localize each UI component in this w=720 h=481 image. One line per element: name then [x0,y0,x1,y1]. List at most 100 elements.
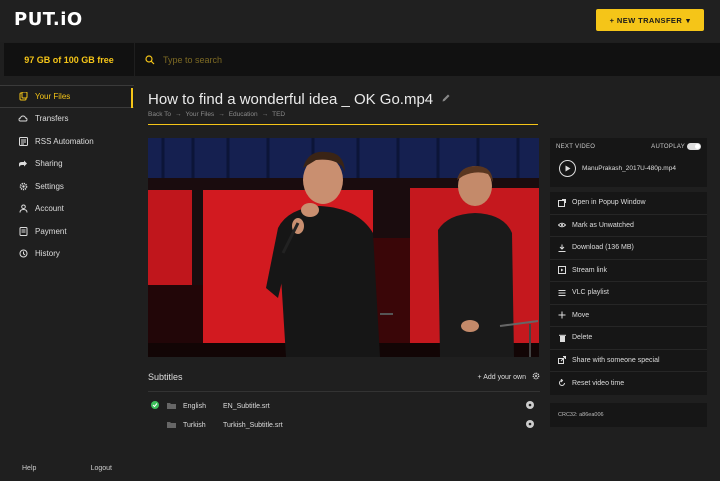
subtitles-title: Subtitles [148,372,183,382]
options-icon[interactable] [526,401,536,411]
rss-icon [18,136,28,146]
sidebar-item-label: Settings [35,181,64,191]
putio-logo[interactable]: PUT.iO [14,9,83,30]
sidebar-item-payment[interactable]: Payment [0,220,134,243]
sidebar-footer: Help Logout [0,465,134,472]
sidebar-item-account[interactable]: Account [0,198,134,221]
sidebar-item-settings[interactable]: Settings [0,175,134,198]
video-frame [148,138,539,357]
check-circle-icon [151,401,161,411]
download-button[interactable]: Download (136 MB) [550,237,707,260]
share-button[interactable]: Share with someone special [550,350,707,372]
breadcrumb-your-files[interactable]: Your Files [186,111,215,118]
move-button[interactable]: Move [550,305,707,327]
storage-indicator: 97 GB of 100 GB free [4,43,134,76]
subtitles-actions: + Add your own [478,372,540,382]
next-video-name[interactable]: ManuPrakash_2017U-480p.mp4 [582,165,676,172]
top-bar: PUT.iO + NEW TRANSFER ▾ [0,0,720,42]
gear-icon[interactable] [532,372,540,382]
download-icon [558,244,566,252]
autoplay-toggle[interactable] [687,143,701,150]
autoplay-label: AUTOPLAY [651,144,685,150]
stream-icon [558,266,566,275]
edit-pencil-icon[interactable] [441,90,451,108]
sidebar-item-label: Your Files [35,91,71,101]
crc-checksum: CRC32: a86ea006 [550,403,707,427]
mark-unwatched-button[interactable]: Mark as Unwatched [550,215,707,237]
new-transfer-button[interactable]: + NEW TRANSFER ▾ [596,9,704,31]
sidebar-item-your-files[interactable]: Your Files [0,85,134,108]
action-label: Mark as Unwatched [572,221,634,229]
user-icon [18,204,28,214]
action-label: Stream link [572,266,608,274]
next-video-panel: NEXT VIDEO AUTOPLAY ManuPrakash_2017U-48… [550,138,707,187]
options-icon[interactable] [526,420,536,430]
reset-video-time-button[interactable]: Reset video time [550,372,707,395]
sidebar-item-label: History [35,249,60,259]
next-video-label: NEXT VIDEO [556,144,596,150]
breadcrumb-arrow-icon: → [261,111,269,118]
sidebar-item-label: Payment [35,226,67,236]
breadcrumb-back-to[interactable]: Back To [148,111,171,118]
subtitle-language: Turkish [183,421,206,429]
subtitle-language: English [183,402,206,410]
subtitle-filename: Turkish_Subtitle.srt [223,421,283,429]
search-bar [135,43,720,76]
sidebar-item-transfers[interactable]: Transfers [0,108,134,131]
video-actions-menu: Open in Popup Window Mark as Unwatched D… [550,192,707,395]
new-transfer-label: + NEW TRANSFER [609,15,683,25]
subtitle-filename: EN_Subtitle.srt [223,402,270,410]
breadcrumb-ted[interactable]: TED [272,111,285,118]
sidebar-item-sharing[interactable]: Sharing [0,153,134,176]
title-row: How to find a wonderful idea _ OK Go.mp4 [148,90,451,108]
sidebar: Your Files Transfers RSS Automation Shar… [0,85,134,265]
title-underline [148,124,538,125]
playlist-icon [558,289,566,297]
video-player[interactable] [148,138,539,357]
sidebar-item-label: Transfers [35,114,69,124]
popup-icon [558,198,566,207]
add-subtitle-button[interactable]: + Add your own [478,374,526,381]
breadcrumb: Back To → Your Files → Education → TED [148,111,285,118]
gear-icon [18,181,28,191]
action-label: Open in Popup Window [572,199,646,207]
vlc-playlist-button[interactable]: VLC playlist [550,282,707,305]
folder-icon [167,402,177,411]
action-label: Reset video time [572,379,625,387]
delete-button[interactable]: Delete [550,327,707,350]
logout-link[interactable]: Logout [91,465,112,472]
share-icon [558,356,566,365]
action-label: Delete [572,334,593,342]
action-label: Download (136 MB) [572,244,634,252]
chevron-down-icon: ▾ [686,15,691,25]
divider [148,391,540,392]
sidebar-item-history[interactable]: History [0,243,134,266]
breadcrumb-arrow-icon: → [218,111,225,118]
stream-link-button[interactable]: Stream link [550,260,707,282]
subtitles-header: Subtitles + Add your own [148,372,540,382]
history-icon [18,249,28,259]
breadcrumb-arrow-icon: → [175,111,182,118]
page-title: How to find a wonderful idea _ OK Go.mp4 [148,90,434,108]
folder-icon [167,421,177,430]
files-icon [18,91,28,101]
reset-icon [558,379,566,387]
action-label: Share with someone special [572,356,660,364]
open-popup-button[interactable]: Open in Popup Window [550,192,707,215]
trash-icon [558,334,566,342]
action-label: VLC playlist [572,289,609,297]
move-icon [558,311,566,319]
search-input[interactable] [163,54,563,65]
subtitle-row[interactable]: Turkish Turkish_Subtitle.srt [148,416,540,434]
breadcrumb-education[interactable]: Education [229,111,258,118]
sharing-icon [18,159,28,169]
transfers-icon [18,114,28,124]
search-icon [145,54,155,64]
action-label: Move [572,311,590,319]
play-icon[interactable] [559,160,576,177]
help-link[interactable]: Help [22,465,36,472]
subtitle-row[interactable]: English EN_Subtitle.srt [148,397,540,415]
sidebar-item-rss-automation[interactable]: RSS Automation [0,130,134,153]
eye-icon [558,221,566,229]
sidebar-item-label: RSS Automation [35,136,94,146]
